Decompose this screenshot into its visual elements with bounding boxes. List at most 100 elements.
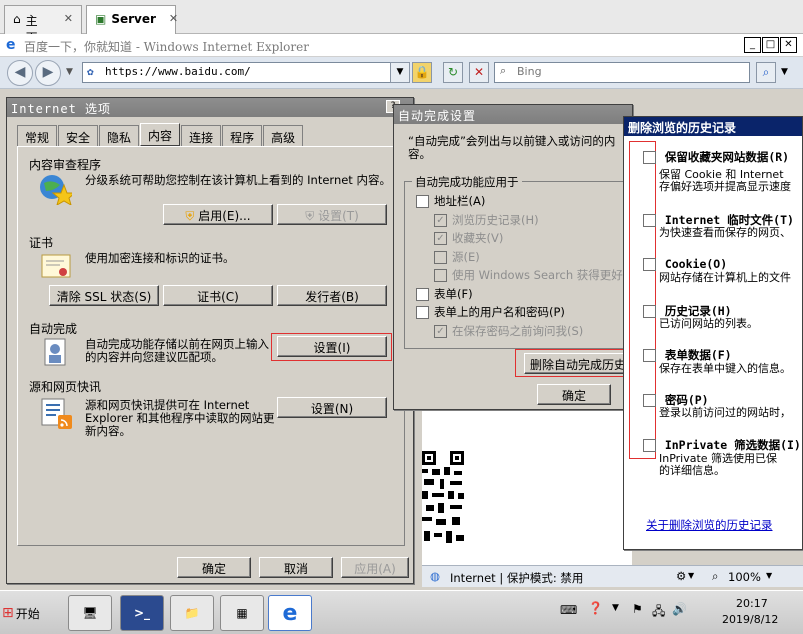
host-tab-home[interactable]: ⌂ 主页 ✕ — [4, 5, 82, 45]
tab-security[interactable]: 安全 — [58, 125, 99, 146]
option-label: 在保存密码之前询问我(S) — [452, 323, 584, 338]
option-feeds[interactable]: 源(E) — [416, 249, 623, 268]
autocomplete-settings-button[interactable]: 设置(I) — [277, 336, 387, 357]
minimize-button[interactable]: _ — [744, 37, 761, 53]
option-ask-before-saving[interactable]: ✓ 在保存密码之前询问我(S) — [416, 323, 623, 342]
maximize-button[interactable]: □ — [762, 37, 779, 53]
ok-button[interactable]: 确定 — [177, 557, 251, 578]
search-options-icon[interactable]: ▼ — [781, 67, 788, 77]
close-icon[interactable]: ✕ — [64, 12, 73, 25]
enable-button[interactable]: ⛨ 启用(E)... — [163, 204, 273, 225]
delete-item-form-data[interactable]: 表单数据(F) — [643, 347, 732, 363]
tab-programs[interactable]: 程序 — [222, 125, 263, 146]
stop-icon[interactable]: ✕ — [469, 62, 489, 83]
flag-icon[interactable]: ⚑ — [632, 602, 643, 616]
publishers-button[interactable]: 发行者(B) — [277, 285, 387, 306]
item-title: InPrivate 筛选数据(I) — [664, 438, 801, 452]
zoom-icon[interactable]: ⌕ — [712, 569, 718, 584]
help-tray-icon[interactable]: ❓ — [588, 601, 603, 615]
control-panel-icon[interactable]: ▦ — [220, 595, 264, 631]
about-delete-history-link[interactable]: 关于删除浏览的历史记录 — [646, 517, 773, 533]
option-usernames-passwords[interactable]: 表单上的用户名和密码(P) — [416, 304, 623, 323]
item-title: Cookie(O) — [664, 257, 728, 271]
start-label: 开始 — [15, 606, 40, 621]
powershell-icon[interactable]: >_ — [120, 595, 164, 631]
option-address-bar[interactable]: 地址栏(A) — [416, 193, 623, 212]
start-button[interactable]: ⊞ 开始 — [2, 597, 52, 629]
tray-dropdown-icon[interactable]: ▼ — [612, 603, 619, 613]
zoom-dropdown-icon[interactable]: ▼ — [766, 571, 772, 580]
internet-explorer-icon[interactable]: e — [268, 595, 312, 631]
tab-content[interactable]: 内容 — [140, 123, 181, 146]
autocomplete-intro: “自动完成”会列出与以前键入或访问的内容。 — [408, 134, 616, 161]
delete-item-preserve-favorites[interactable]: 保留收藏夹网站数据(R) — [643, 149, 789, 165]
checkbox[interactable] — [643, 349, 656, 362]
window-title: 百度一下，你就知道 - Windows Internet Explorer — [24, 40, 309, 54]
clock-time[interactable]: 20:17 — [736, 597, 768, 610]
dropdown-icon[interactable]: ▼ — [688, 571, 694, 580]
security-icon[interactable]: ⚙ — [676, 569, 686, 583]
autocomplete-desc: 自动完成功能存储以前在网页上输入的内容并向您建议匹配项。 — [85, 337, 269, 364]
item-title: Internet 临时文件(T) — [664, 213, 794, 227]
network-icon[interactable]: 🖧 — [652, 602, 665, 623]
options-tabs: 常规 安全 隐私 内容 连接 程序 高级 — [17, 123, 304, 146]
tab-general[interactable]: 常规 — [17, 125, 58, 146]
close-window-button[interactable]: ✕ — [780, 37, 797, 53]
checkbox[interactable] — [643, 151, 656, 164]
volume-icon[interactable]: 🔊 — [672, 602, 687, 616]
ok-button[interactable]: 确定 — [537, 384, 611, 405]
checkbox[interactable]: ✓ — [434, 213, 447, 227]
search-icon[interactable]: ⌕ — [756, 62, 776, 83]
history-dropdown-icon[interactable]: ▼ — [66, 67, 73, 77]
ie-title-bar: e 百度一下，你就知道 - Windows Internet Explorer … — [0, 34, 803, 57]
delete-item-cookies[interactable]: Cookie(O) — [643, 257, 727, 271]
checkbox[interactable] — [643, 305, 656, 318]
clear-ssl-button[interactable]: 清除 SSL 状态(S) — [49, 285, 159, 306]
checkbox[interactable] — [416, 306, 429, 319]
option-favorites[interactable]: ✓ 收藏夹(V) — [416, 230, 623, 249]
explorer-icon[interactable]: 📁 — [170, 595, 214, 631]
clock-date[interactable]: 2019/8/12 — [722, 613, 778, 626]
address-dropdown-icon[interactable]: ▼ — [390, 62, 410, 83]
zoom-level[interactable]: 100% — [728, 570, 761, 584]
item-desc: 网站存储在计算机上的文件 — [659, 271, 791, 284]
checkbox[interactable] — [416, 195, 429, 208]
tab-connections[interactable]: 连接 — [181, 125, 222, 146]
feeds-icon — [39, 396, 75, 432]
content-advisor-desc: 分级系统可帮助您控制在该计算机上看到的 Internet 内容。 — [85, 173, 391, 187]
address-input[interactable]: ✿ https://www.baidu.com/ — [82, 62, 404, 83]
refresh-icon[interactable]: ↻ — [443, 62, 463, 83]
option-forms[interactable]: 表单(F) — [416, 286, 623, 305]
keyboard-icon[interactable]: ⌨ — [560, 603, 577, 617]
checkbox[interactable] — [643, 258, 656, 271]
checkbox[interactable] — [434, 250, 447, 264]
lock-icon[interactable]: 🔒 — [412, 62, 432, 83]
highlight-box — [629, 141, 656, 459]
tab-privacy[interactable]: 隐私 — [99, 125, 140, 146]
host-tab-bar: ⌂ 主页 ✕ ▣ Server ✕ — [0, 0, 803, 45]
tab-advanced[interactable]: 高级 — [263, 125, 304, 146]
option-browsing-history[interactable]: ✓ 浏览历史记录(H) — [416, 212, 623, 231]
checkbox[interactable] — [643, 439, 656, 452]
checkbox[interactable]: ✓ — [434, 232, 447, 245]
checkbox[interactable] — [643, 214, 656, 227]
delete-autocomplete-history-button[interactable]: 删除自动完成历史 — [524, 353, 632, 374]
forward-icon[interactable]: ▶ — [35, 60, 61, 86]
apply-button[interactable]: 应用(A) — [341, 557, 409, 578]
certificates-button[interactable]: 证书(C) — [163, 285, 273, 306]
close-icon[interactable]: ✕ — [169, 12, 178, 25]
advisor-settings-button[interactable]: ⛨ 设置(T) — [277, 204, 387, 225]
feeds-settings-button[interactable]: 设置(N) — [277, 397, 387, 418]
option-windows-search[interactable]: 使用 Windows Search 获得更好 — [416, 267, 623, 286]
delete-item-inprivate[interactable]: InPrivate 筛选数据(I) — [643, 437, 801, 453]
server-manager-icon[interactable]: 🖥 — [68, 595, 112, 631]
checkbox[interactable] — [643, 394, 656, 407]
cancel-button[interactable]: 取消 — [259, 557, 333, 578]
search-input[interactable]: ⌕ Bing — [494, 62, 750, 83]
checkbox[interactable] — [416, 287, 429, 301]
checkbox[interactable]: ✓ — [434, 324, 447, 338]
host-tab-server[interactable]: ▣ Server ✕ — [86, 5, 178, 34]
item-title: 密码(P) — [664, 393, 709, 407]
back-icon[interactable]: ◀ — [7, 60, 33, 86]
checkbox[interactable] — [434, 269, 447, 282]
